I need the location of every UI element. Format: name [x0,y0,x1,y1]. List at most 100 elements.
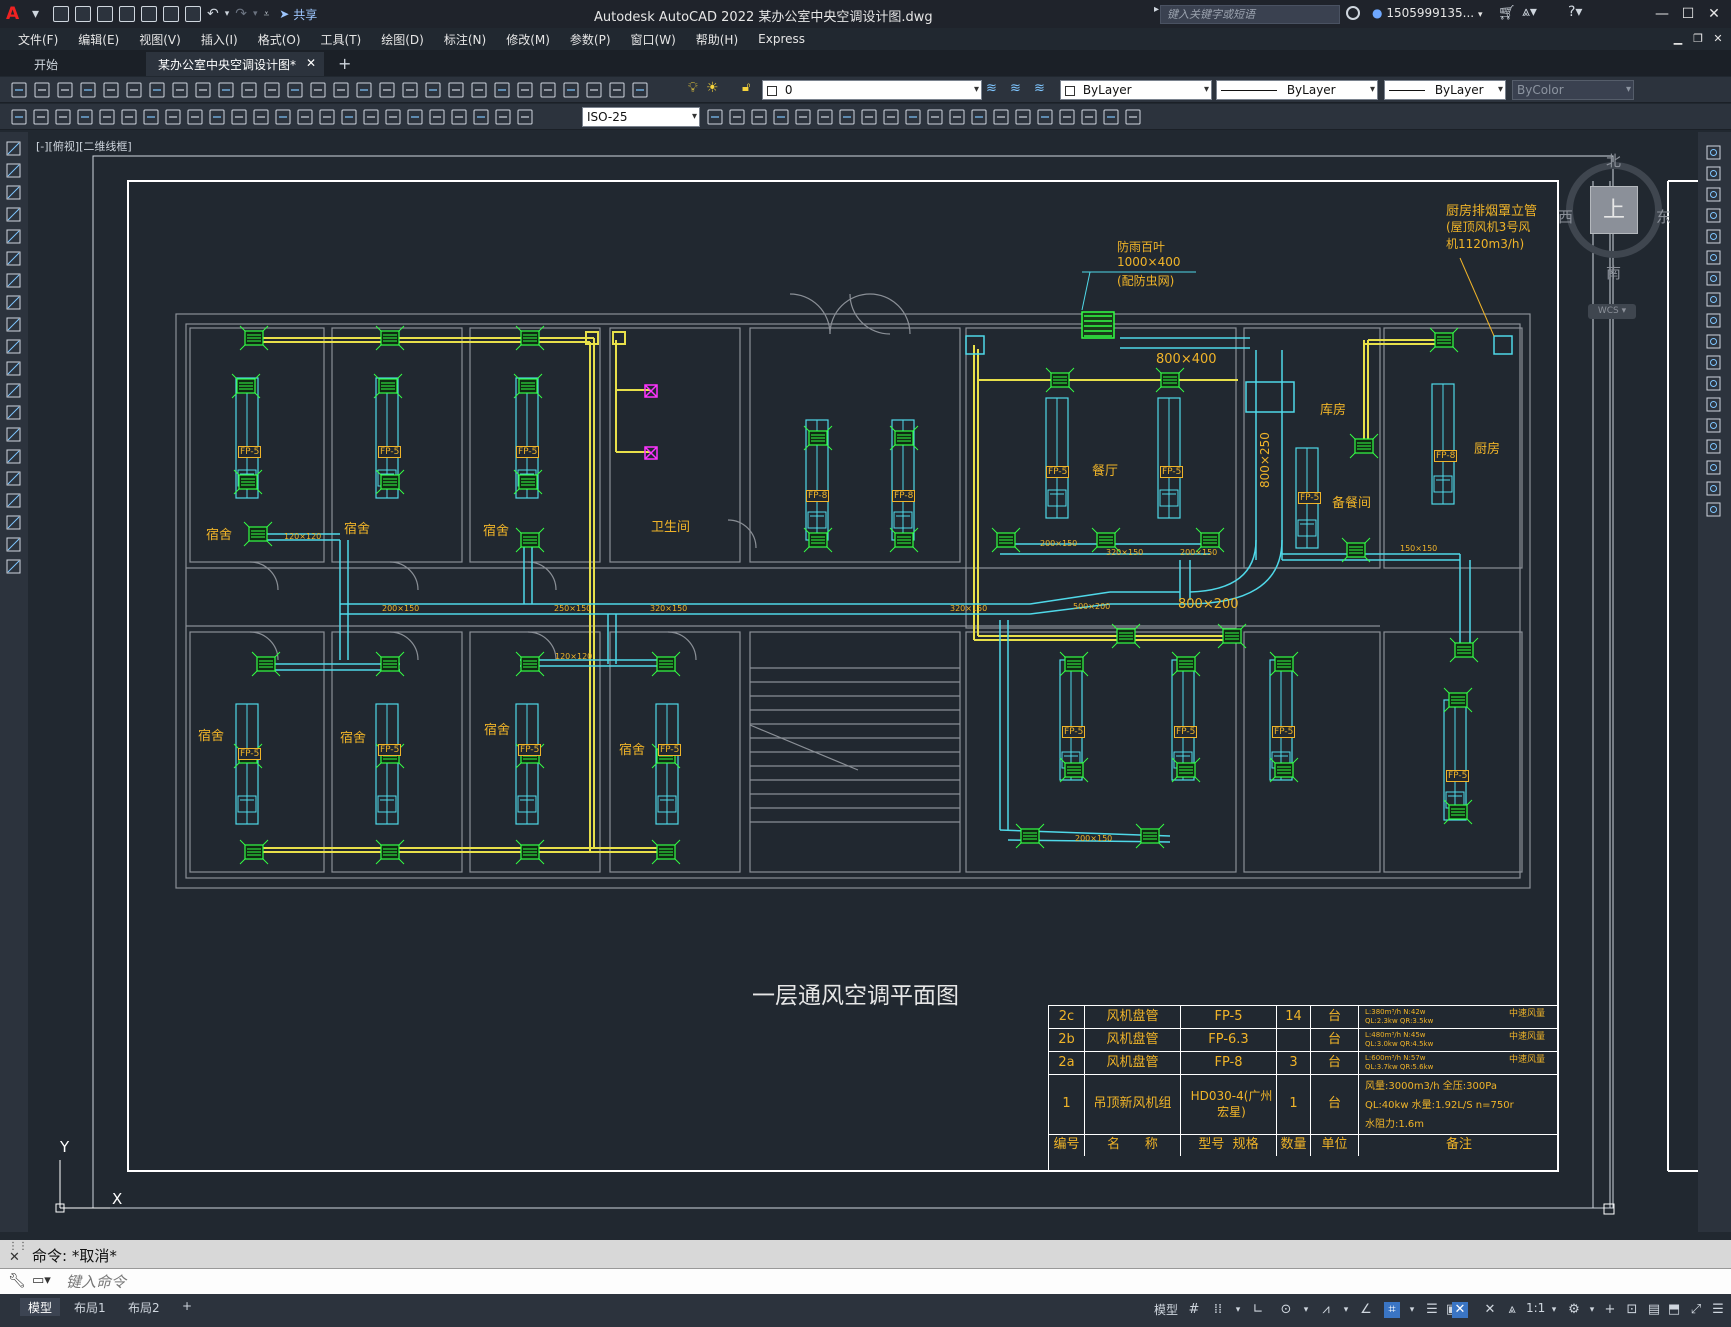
toolbar-tool-icon[interactable] [429,109,445,125]
redo-dropdown-icon[interactable]: ▾ [253,9,258,19]
annotation-monitor-icon[interactable]: + [1602,1302,1618,1318]
toolbar-tool-icon[interactable] [143,109,159,125]
fan-coil-unit[interactable] [1157,397,1181,519]
save-icon[interactable] [97,6,114,22]
modify-tool-icon[interactable] [1706,187,1721,202]
modify-tool-icon[interactable] [1706,355,1721,370]
close-tab-icon[interactable]: ✕ [306,56,316,70]
toolbar-tool-icon[interactable] [165,109,181,125]
diffuser[interactable] [651,651,681,677]
toolbar-tool-icon[interactable] [795,109,811,125]
toolbar-tool-icon[interactable] [356,82,372,98]
toolbar-tool-icon[interactable] [231,109,247,125]
layer-previous-icon[interactable]: ≋ [1010,81,1021,96]
menu-draw[interactable]: 绘图(D) [381,31,424,48]
menu-edit[interactable]: 编辑(E) [78,31,119,48]
toolbar-tool-icon[interactable] [540,82,556,98]
layer-lock-icon[interactable]: 🔓︎ [742,80,750,95]
annotation-scale-value[interactable]: 1:1 [1526,1301,1545,1315]
layer-properties-icon[interactable]: ≋ [986,81,997,96]
menu-dimension[interactable]: 标注(N) [444,31,486,48]
draw-tool-icon[interactable] [6,295,21,310]
modify-tool-icon[interactable] [1706,292,1721,307]
draw-tool-icon[interactable] [6,515,21,530]
minimize-icon[interactable]: — [1652,4,1672,24]
modify-tool-icon[interactable] [1706,439,1721,454]
toolbar-tool-icon[interactable] [451,109,467,125]
command-close-icon[interactable]: ✕ [9,1250,20,1265]
toolbar-tool-icon[interactable] [363,109,379,125]
plotstyle-dropdown[interactable]: ByColor ▾ [1512,80,1634,100]
app-menu-arrow-icon[interactable]: ▾ [32,6,39,22]
lineweight-icon[interactable]: ☰ [1424,1302,1440,1318]
toolbar-tool-icon[interactable] [1081,109,1097,125]
undo-dropdown-icon[interactable]: ▾ [225,9,230,19]
fan-coil-unit[interactable] [1295,447,1319,549]
maximize-icon[interactable]: ☐ [1678,4,1698,24]
share-button[interactable]: ➤ 共享 [279,6,317,23]
diffuser[interactable] [1449,637,1479,663]
diffuser[interactable] [1171,757,1201,783]
object-snap-tracking-icon[interactable]: ∠ [1358,1302,1374,1318]
modify-tool-icons[interactable] [1698,142,1731,542]
toolbar-tool-icon[interactable] [905,109,921,125]
draw-tool-icon[interactable] [6,141,21,156]
draw-tool-icon[interactable] [6,405,21,420]
modify-tool-icon[interactable] [1706,460,1721,475]
save-to-web-icon[interactable] [163,6,180,22]
customize-status-icon[interactable]: ☰ [1710,1302,1726,1318]
toolbar-tool-icon[interactable] [379,82,395,98]
toolbar-tool-icon[interactable] [121,109,137,125]
recent-commands-icon[interactable]: ▭▾ [32,1273,51,1288]
isodraft-dropdown-icon[interactable]: ▾ [1338,1302,1354,1318]
new-file-icon[interactable] [53,6,70,22]
modify-tool-icon[interactable] [1706,145,1721,160]
toolbar-tool-icon[interactable] [195,82,211,98]
menu-help[interactable]: 帮助(H) [696,31,738,48]
toolbar-tool-icon[interactable] [275,109,291,125]
draw-tool-icon[interactable] [6,339,21,354]
diffuser[interactable] [515,743,545,769]
toolbar-tool-icon[interactable] [563,82,579,98]
doc-restore-icon[interactable]: ❐ [1688,29,1708,49]
close-icon[interactable]: ✕ [1704,4,1724,24]
toolbar-tool-icon[interactable] [473,109,489,125]
diffuser[interactable] [1091,527,1121,553]
open-file-icon[interactable] [75,6,92,22]
toolbar-tool-icon[interactable] [80,82,96,98]
tab-layout2[interactable]: 布局2 [120,1298,168,1316]
toolbar-tool-icon[interactable] [517,82,533,98]
toolbar-tool-icon[interactable] [209,109,225,125]
modify-toolbar-icons[interactable] [706,104,1206,130]
autodesk-app-icon[interactable]: ⩓▾ [1522,4,1537,20]
toolbar-tool-icon[interactable] [1015,109,1031,125]
toolbar-tool-icon[interactable] [817,109,833,125]
toolbar-tool-icon[interactable] [517,109,533,125]
diffuser[interactable] [1059,651,1089,677]
open-from-web-icon[interactable] [141,6,158,22]
layer-sun-icon[interactable]: ☀ [706,80,719,96]
toolbar-tool-icon[interactable] [333,82,349,98]
command-input[interactable] [66,1272,1706,1292]
redo-icon[interactable]: ↷ [235,6,247,22]
draw-tool-icon[interactable] [6,273,21,288]
toolbar-tool-icon[interactable] [187,109,203,125]
toolbar-tool-icon[interactable] [103,82,119,98]
draw-tool-icon[interactable] [6,559,21,574]
snap-icon[interactable]: ⁞⁞ [1210,1302,1226,1318]
clean-screen-icon[interactable]: ⤢ [1688,1302,1704,1318]
diffuser[interactable] [1269,651,1299,677]
toolbar-tool-icon[interactable] [1037,109,1053,125]
diffuser[interactable] [1059,757,1089,783]
autoscale-icon[interactable]: ✕ [1482,1302,1498,1318]
toolbar-tool-icon[interactable] [971,109,987,125]
quick-properties-icon[interactable]: ▤ [1646,1302,1662,1318]
draw-tool-icon[interactable] [6,163,21,178]
toolbar-tool-icon[interactable] [729,109,745,125]
tab-layout1[interactable]: 布局1 [66,1298,114,1316]
isodraft-icon[interactable]: ⩘ [1318,1302,1334,1318]
diffuser[interactable] [1195,527,1225,553]
toolbar-tool-icon[interactable] [253,109,269,125]
help-search-input[interactable]: 键入关键字或短语 [1160,5,1340,24]
polar-tracking-icon[interactable]: ⊙ [1278,1302,1294,1318]
